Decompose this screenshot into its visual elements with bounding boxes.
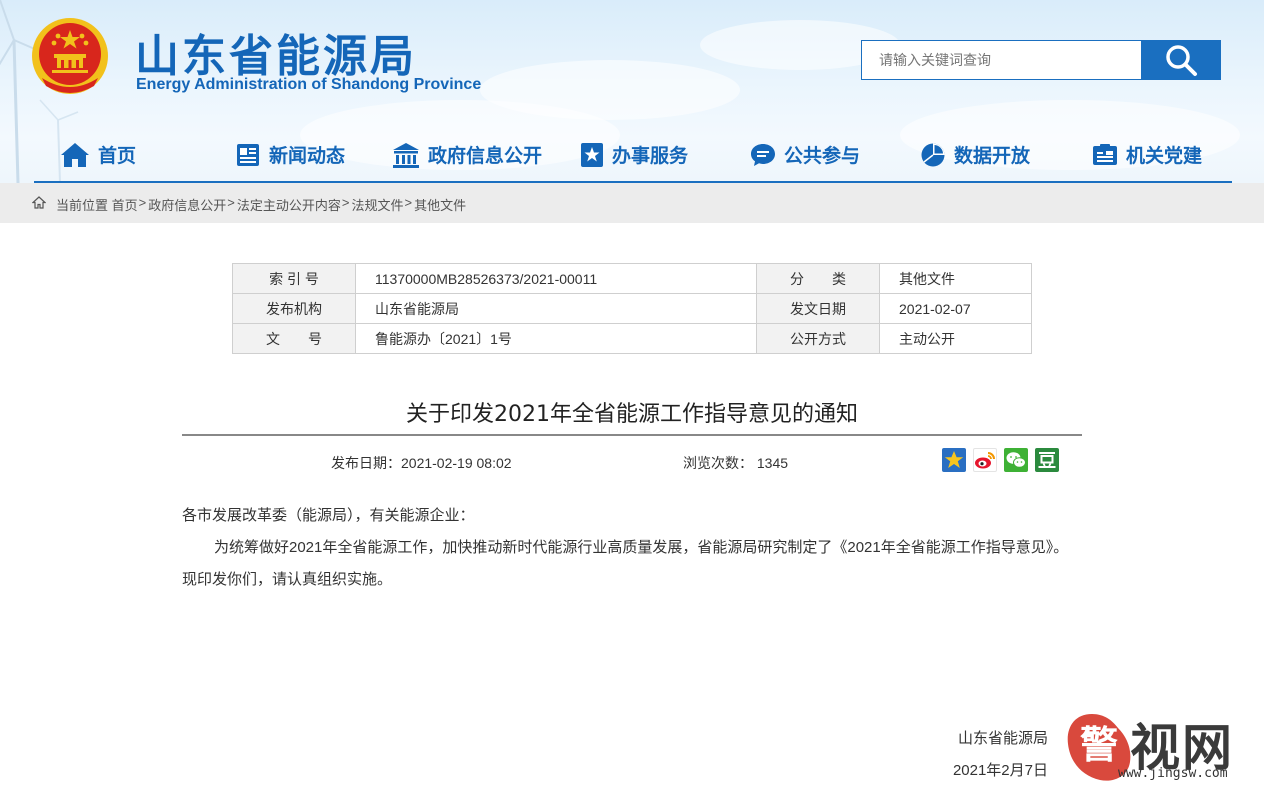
nav-item-party-building[interactable]: 机关党建 [1092, 141, 1202, 168]
government-building-icon [393, 142, 419, 168]
nav-item-open-data[interactable]: 数据开放 [920, 141, 1030, 168]
meta-key: 分 类 [756, 263, 880, 294]
breadcrumb-item-other-files[interactable]: 其他文件 [414, 195, 466, 214]
site-header: 山东省能源局 Energy Administration of Shandong… [0, 0, 1264, 183]
nav-item-label: 公共参与 [784, 145, 861, 167]
wechat-share-button[interactable] [1004, 448, 1028, 472]
search-button[interactable] [1141, 40, 1221, 80]
site-subtitle: Energy Administration of Shandong Provin… [136, 76, 482, 93]
meta-key: 文 号 [232, 323, 356, 354]
douban-share-button[interactable] [1035, 448, 1059, 472]
site-title: 山东省能源局 [135, 31, 417, 82]
publish-date: 发布日期：2021-02-19 08:02 [331, 455, 512, 471]
douban-icon [1038, 452, 1056, 468]
title-divider [182, 434, 1082, 436]
nav-item-services[interactable]: 办事服务 [580, 141, 688, 168]
chat-bubble-icon [751, 143, 775, 166]
nav-item-gov-info[interactable]: 政府信息公开 [392, 141, 542, 168]
qzone-icon [944, 451, 964, 468]
national-emblem-logo [32, 18, 108, 94]
nav-item-label: 新闻动态 [269, 145, 346, 167]
home-icon [61, 142, 89, 167]
meta-key: 索 引 号 [232, 263, 356, 294]
sign-date: 2021年2月7日 [952, 762, 1048, 779]
nav-item-label: 首页 [98, 145, 137, 167]
article-title: 关于印发2021年全省能源工作指导意见的通知 [406, 402, 858, 427]
meta-value: 主动公开 [879, 323, 1032, 354]
breadcrumb-separator: > [341, 195, 350, 210]
breadcrumb-item-regulations[interactable]: 法规文件 [351, 195, 403, 214]
nav-item-label: 办事服务 [612, 145, 689, 167]
id-card-icon [1093, 143, 1117, 165]
breadcrumb-item-home[interactable]: 首页 [112, 195, 138, 214]
breadcrumb-separator: > [227, 195, 235, 210]
nav-item-home[interactable]: 首页 [60, 141, 136, 168]
main-nav: 首页 新闻动态 政府信息公开 办事服务 公共参与 数据开放 机关党建 [34, 135, 1232, 181]
meta-key: 发文日期 [756, 293, 880, 324]
table-row: 索 引 号 11370000MB28526373/2021-00011 分 类 … [232, 263, 1032, 294]
nav-item-news[interactable]: 新闻动态 [235, 141, 345, 168]
search-input[interactable] [861, 40, 1142, 80]
news-icon [237, 143, 259, 166]
breadcrumb-separator: > [404, 195, 413, 210]
watermark-url: www.jingsw.com [1118, 766, 1228, 781]
share-bar [942, 448, 1059, 472]
home-icon [32, 196, 46, 209]
meta-value: 其他文件 [879, 263, 1032, 294]
document-meta-table: 索 引 号 11370000MB28526373/2021-00011 分 类 … [232, 263, 1032, 354]
meta-value: 山东省能源局 [355, 293, 757, 324]
meta-value: 11370000MB28526373/2021-00011 [355, 263, 757, 294]
nav-item-label: 数据开放 [954, 145, 1031, 167]
meta-value: 2021-02-07 [879, 293, 1032, 324]
view-count: 浏览次数： 1345 [683, 455, 789, 471]
meta-key: 公开方式 [756, 323, 880, 354]
meta-value: 鲁能源办〔2021〕1号 [355, 323, 757, 354]
wechat-icon [1006, 452, 1026, 468]
star-bookmark-icon [581, 142, 603, 167]
signer: 山东省能源局 [957, 730, 1048, 747]
article-body: 各市发展改革委（能源局），有关能源企业： 为统筹做好2021年全省能源工作，加快… [182, 500, 1082, 596]
breadcrumb-prefix: 当前位置 [56, 198, 109, 213]
body-paragraph: 为统筹做好2021年全省能源工作，加快推动新时代能源行业高质量发展，省能源局研究… [182, 539, 1069, 588]
breadcrumb-item-statutory[interactable]: 法定主动公开内容 [237, 195, 341, 214]
pie-chart-icon [921, 143, 945, 166]
nav-item-participation[interactable]: 公共参与 [750, 141, 860, 168]
search-icon [1166, 45, 1197, 76]
table-row: 发布机构 山东省能源局 发文日期 2021-02-07 [232, 293, 1032, 324]
nav-item-label: 政府信息公开 [428, 145, 543, 167]
meta-key: 发布机构 [232, 293, 356, 324]
breadcrumb-trail: 当前位置 首页 > 政府信息公开 > 法定主动公开内容 > 法规文件 > 其他文… [56, 195, 466, 214]
table-row: 文 号 鲁能源办〔2021〕1号 公开方式 主动公开 [232, 323, 1032, 354]
weibo-icon [975, 452, 995, 469]
svg-text:警: 警 [1080, 722, 1118, 767]
weibo-share-button[interactable] [973, 448, 997, 472]
salutation: 各市发展改革委（能源局），有关能源企业： [182, 507, 475, 524]
breadcrumb-item-gov-info[interactable]: 政府信息公开 [148, 195, 226, 214]
nav-item-label: 机关党建 [1126, 145, 1203, 167]
breadcrumb-separator: > [138, 195, 147, 210]
qzone-share-button[interactable] [942, 448, 966, 472]
breadcrumb: 当前位置 首页 > 政府信息公开 > 法定主动公开内容 > 法规文件 > 其他文… [0, 183, 1264, 223]
